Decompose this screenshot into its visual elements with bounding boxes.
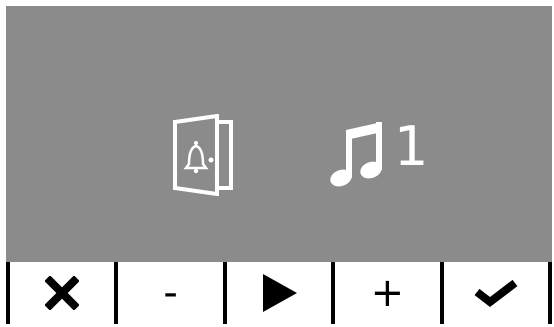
cancel-button[interactable] xyxy=(6,262,114,324)
confirm-button[interactable] xyxy=(439,262,553,324)
plus-icon: + xyxy=(370,270,405,316)
music-note-icon xyxy=(330,122,382,187)
increase-button[interactable]: + xyxy=(331,262,439,324)
softkey-bar: - + xyxy=(6,262,553,324)
play-button[interactable] xyxy=(222,262,331,324)
minus-icon: - xyxy=(163,270,178,316)
close-icon xyxy=(45,276,80,310)
check-icon xyxy=(474,279,518,308)
melody-number: 1 xyxy=(394,115,429,178)
display-screen: 1 xyxy=(6,6,552,262)
door-bell-icon xyxy=(173,114,233,196)
play-icon xyxy=(263,274,298,312)
decrease-button[interactable]: - xyxy=(114,262,222,324)
